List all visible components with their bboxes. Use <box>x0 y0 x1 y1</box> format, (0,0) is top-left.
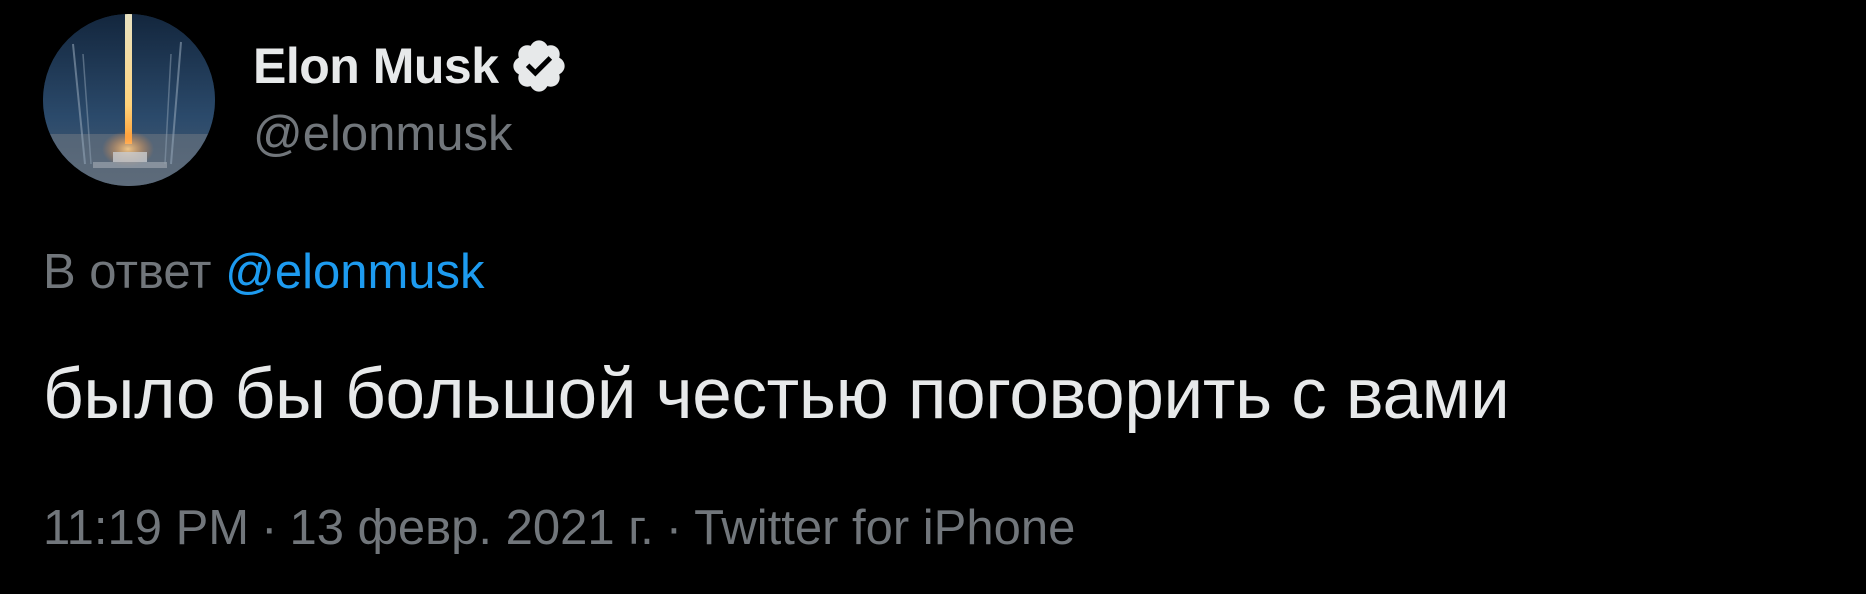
author-name[interactable]: Elon Musk <box>253 37 499 95</box>
author-identity: Elon Musk @elonmusk <box>253 34 569 162</box>
meta-separator: · <box>665 501 683 555</box>
tweet-source-link[interactable]: Twitter for iPhone <box>694 501 1075 555</box>
tweet-meta: 11:19 PM · 13 февр. 2021 г. · Twitter for iP… <box>43 500 1075 556</box>
tweet-text: было бы большой честью поговорить с вами <box>43 355 1510 434</box>
meta-separator: · <box>261 501 278 555</box>
tweet-date[interactable]: 13 февр. 2021 г. <box>289 501 653 555</box>
author-handle[interactable]: @elonmusk <box>253 106 569 162</box>
avatar[interactable] <box>43 14 215 186</box>
rocket-launch-avatar-icon <box>43 14 215 186</box>
tweet-time[interactable]: 11:19 PM <box>43 501 249 555</box>
verified-badge-icon <box>509 36 569 96</box>
tweet-card: Elon Musk @elonmusk В ответ @elonmusk бы… <box>0 0 1866 594</box>
reply-context: В ответ @elonmusk <box>43 244 485 300</box>
tweet-header: Elon Musk @elonmusk <box>43 14 569 186</box>
author-name-row: Elon Musk <box>253 34 569 98</box>
reply-mention-link[interactable]: @elonmusk <box>225 245 484 299</box>
reply-prefix: В ответ <box>43 245 212 299</box>
